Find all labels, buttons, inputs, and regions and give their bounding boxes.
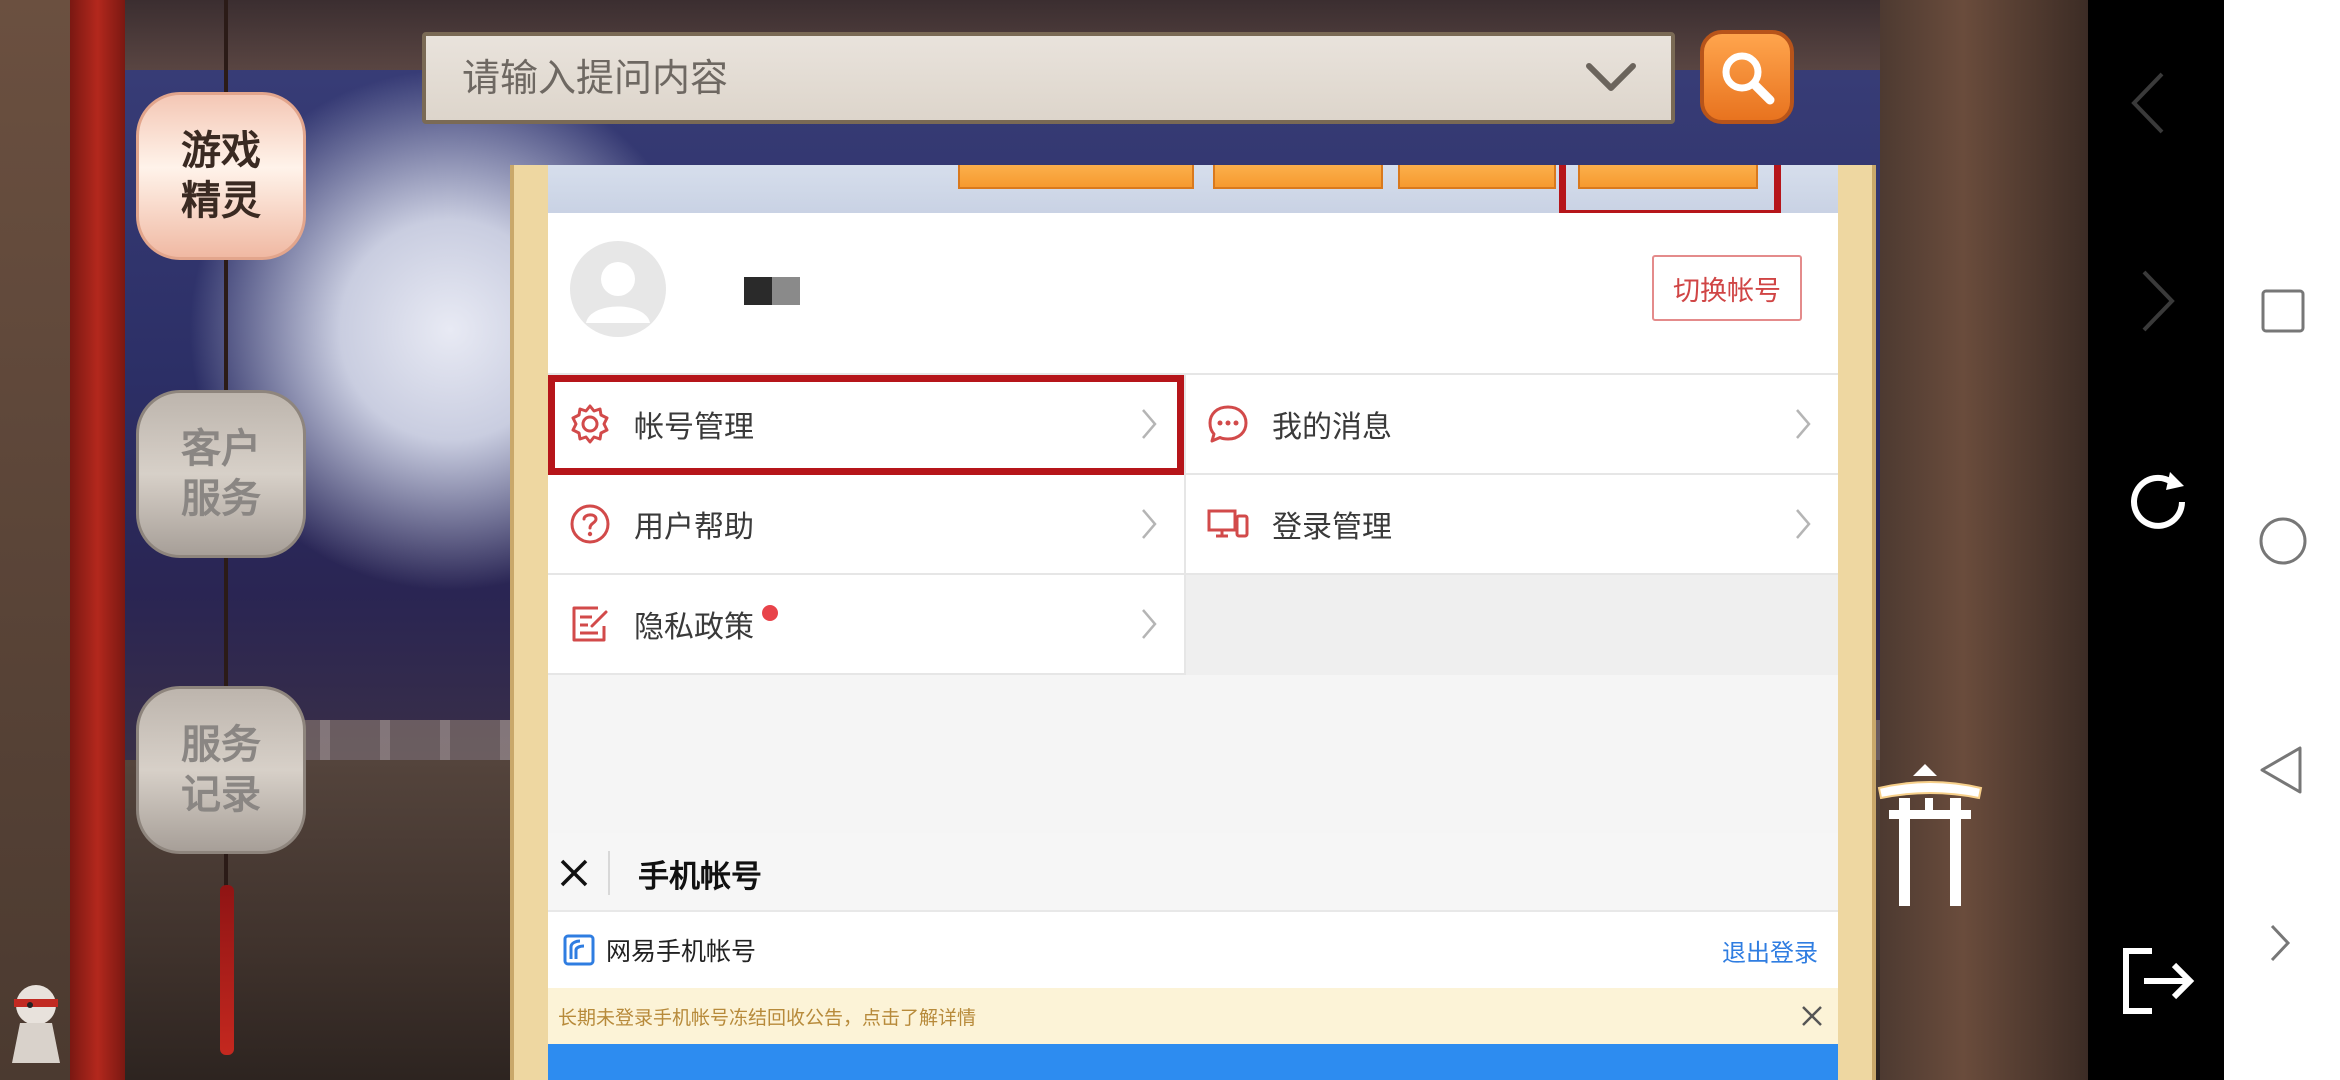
chevron-right-icon	[1142, 409, 1157, 439]
chevron-right-icon	[1142, 509, 1157, 539]
chat-icon	[1208, 405, 1248, 443]
sidebar-item-customer-service[interactable]: 客户服务	[136, 390, 306, 558]
sidebar-item-label: 服务记录	[181, 721, 261, 818]
menu-empty-cell	[1186, 575, 1838, 675]
gear-icon	[571, 404, 609, 444]
profile-row: 切换帐号	[548, 213, 1838, 375]
notice-text: 长期未登录手机帐号冻结回收公告，点击了解详情	[558, 1006, 977, 1029]
game-red-pillar	[70, 0, 125, 1080]
page-title: 手机帐号	[638, 858, 762, 895]
logout-link[interactable]: 退出登录	[1722, 933, 1818, 968]
user-icon	[586, 262, 650, 323]
devices-icon	[1207, 509, 1249, 538]
menu-item-my-messages[interactable]: 我的消息	[1184, 375, 1838, 475]
ninja-mascot-icon[interactable]	[0, 975, 80, 1065]
avatar[interactable]	[570, 241, 666, 337]
tab-1[interactable]	[958, 165, 1194, 189]
chevron-right-icon	[1796, 409, 1811, 439]
notice-banner[interactable]: 长期未登录手机帐号冻结回收公告，点击了解详情	[548, 988, 1838, 1044]
close-icon[interactable]	[1800, 1004, 1824, 1028]
tab-3[interactable]	[1398, 165, 1556, 189]
sidebar-item-service-records[interactable]: 服务记录	[136, 686, 306, 854]
help-icon	[570, 504, 610, 544]
notification-dot	[762, 605, 778, 621]
exit-icon[interactable]	[2118, 945, 2198, 1017]
menu-item-privacy-policy[interactable]: 隐私政策	[548, 575, 1186, 675]
game-nav-bar	[2088, 0, 2224, 1080]
menu-item-login-management[interactable]: 登录管理	[1184, 475, 1838, 575]
chevron-down-icon[interactable]	[1583, 58, 1639, 98]
game-left-wall	[0, 0, 70, 1080]
menu-item-label: 用户帮助	[634, 510, 754, 545]
account-title: 网易手机帐号	[606, 937, 757, 966]
chevron-left-icon[interactable]	[2128, 70, 2168, 136]
refresh-icon[interactable]	[2122, 466, 2194, 538]
search-icon	[1722, 52, 1775, 105]
netease-account-row: 网易手机帐号 退出登录	[548, 910, 1838, 988]
chevron-right-icon	[1142, 609, 1157, 639]
menu-item-label: 登录管理	[1272, 510, 1392, 545]
search-bar	[422, 32, 1675, 124]
menu-item-label: 帐号管理	[634, 410, 754, 445]
sidebar-item-game-assistant[interactable]: 游戏精灵	[136, 92, 306, 260]
netease-logo-icon	[563, 934, 595, 966]
lantern-tassel	[220, 885, 234, 1055]
menu-item-label: 我的消息	[1272, 410, 1392, 445]
search-button[interactable]	[1700, 30, 1794, 124]
account-center-panel: 切换帐号 帐号管理 我的消息 用户帮助 登录管理 隐私政策 手机帐号 网易手机帐…	[548, 165, 1838, 1080]
torii-gate-icon[interactable]	[1875, 758, 1985, 908]
switch-account-button[interactable]: 切换帐号	[1652, 255, 1802, 321]
home-icon[interactable]	[2258, 516, 2308, 566]
recent-apps-icon[interactable]	[2260, 288, 2306, 334]
search-input[interactable]	[462, 56, 1583, 100]
blue-footer-bar	[548, 1044, 1838, 1080]
game-right-wall	[1880, 0, 2088, 1080]
menu-item-user-help[interactable]: 用户帮助	[548, 475, 1184, 575]
account-menu-grid: 帐号管理 我的消息 用户帮助 登录管理 隐私政策	[548, 375, 1838, 675]
close-icon[interactable]	[554, 853, 594, 893]
menu-item-account-management[interactable]: 帐号管理	[548, 375, 1184, 475]
sidebar-item-label: 游戏精灵	[181, 127, 261, 224]
back-icon[interactable]	[2258, 744, 2304, 796]
chevron-right-icon[interactable]	[2138, 268, 2178, 334]
sidebar-item-label: 客户服务	[181, 425, 261, 522]
header-divider	[608, 851, 610, 895]
tabs-strip	[548, 165, 1838, 217]
mobile-account-header: 手机帐号	[548, 833, 1838, 913]
android-nav-bar	[2224, 0, 2340, 1080]
chevron-right-icon[interactable]	[2268, 922, 2292, 964]
chevron-right-icon	[1796, 509, 1811, 539]
policy-icon	[572, 606, 608, 642]
menu-item-label: 隐私政策	[634, 610, 754, 645]
tab-2[interactable]	[1213, 165, 1383, 189]
tab-highlight-box	[1559, 165, 1781, 217]
masked-username	[744, 277, 800, 305]
